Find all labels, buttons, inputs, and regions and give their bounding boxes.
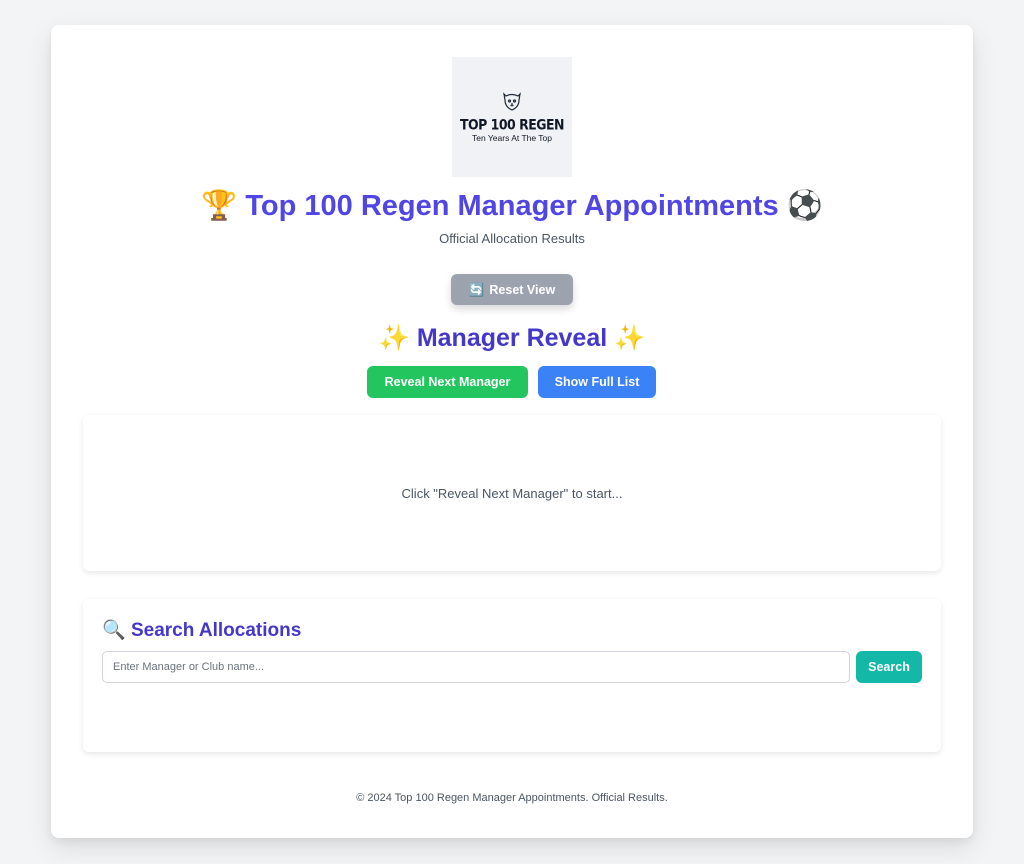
- reset-view-button[interactable]: 🔄 Reset View: [451, 274, 573, 305]
- page-subtitle: Official Allocation Results: [439, 231, 585, 246]
- search-input[interactable]: [102, 651, 850, 683]
- reveal-title-text: Manager Reveal: [416, 324, 608, 352]
- brand-logo: TOP 100 REGEN Ten Years At The Top: [452, 57, 572, 177]
- main-card: TOP 100 REGEN Ten Years At The Top 🏆 Top…: [51, 25, 973, 838]
- reveal-placeholder-message: Click "Reveal Next Manager" to start...: [401, 485, 623, 501]
- refresh-icon: 🔄: [468, 281, 485, 297]
- search-panel: 🔍 Search Allocations Search: [83, 599, 941, 752]
- dog-head-icon: [503, 91, 521, 111]
- sparkles-icon: ✨: [614, 323, 646, 352]
- search-section-title: 🔍 Search Allocations: [102, 618, 301, 643]
- show-full-list-button[interactable]: Show Full List: [538, 366, 656, 398]
- page-title-text: Top 100 Regen Manager Appointments: [245, 190, 779, 222]
- reveal-next-manager-button[interactable]: Reveal Next Manager: [367, 366, 528, 398]
- reveal-section-title: ✨ Manager Reveal ✨: [51, 322, 973, 354]
- search-button[interactable]: Search: [856, 651, 922, 683]
- soccer-ball-icon: ⚽: [786, 188, 823, 222]
- reset-view-label: Reset View: [489, 282, 556, 297]
- footer-text: © 2024 Top 100 Regen Manager Appointment…: [356, 792, 668, 804]
- magnifier-icon: 🔍: [102, 619, 126, 641]
- page-title: 🏆 Top 100 Regen Manager Appointments ⚽: [51, 187, 973, 224]
- reveal-panel: Click "Reveal Next Manager" to start...: [83, 415, 941, 571]
- sparkles-icon: ✨: [378, 323, 410, 352]
- search-title-text: Search Allocations: [130, 620, 302, 641]
- trophy-icon: 🏆: [201, 188, 238, 222]
- logo-title: TOP 100 REGEN: [459, 115, 565, 133]
